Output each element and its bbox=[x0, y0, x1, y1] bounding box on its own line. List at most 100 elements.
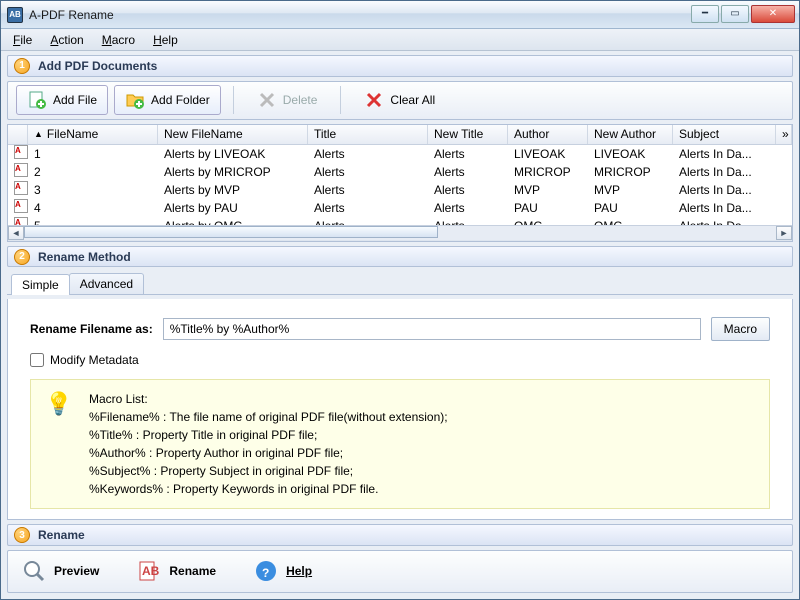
cell-newfilename: Alerts by MVP bbox=[158, 183, 308, 197]
table-row[interactable]: 2Alerts by MRICROPAlertsAlertsMRICROPMRI… bbox=[8, 163, 792, 181]
table-row[interactable]: 5Alerts by OMGAlertsAlertsOMGOMGAlerts I… bbox=[8, 217, 792, 225]
cell-newauthor: MVP bbox=[588, 183, 673, 197]
preview-label: Preview bbox=[54, 564, 99, 578]
help-button[interactable]: ? Help bbox=[254, 559, 312, 583]
section2-header: 2 Rename Method bbox=[7, 246, 793, 268]
rename-icon: AB bbox=[137, 559, 161, 583]
badge-2: 2 bbox=[14, 249, 30, 265]
badge-3: 3 bbox=[14, 527, 30, 543]
table-row[interactable]: 3Alerts by MVPAlertsAlertsMVPMVPAlerts I… bbox=[8, 181, 792, 199]
preview-icon bbox=[22, 559, 46, 583]
macro-l3: %Author% : Property Author in original P… bbox=[89, 444, 448, 462]
add-file-label: Add File bbox=[53, 93, 97, 107]
cell-subject: Alerts In Da... bbox=[673, 183, 792, 197]
rename-pattern-input[interactable] bbox=[163, 318, 701, 340]
scroll-track[interactable] bbox=[24, 226, 776, 240]
macro-infobox: 💡 Macro List: %Filename% : The file name… bbox=[30, 379, 770, 509]
add-folder-label: Add Folder bbox=[151, 93, 210, 107]
svg-text:?: ? bbox=[262, 566, 269, 580]
window-title: A-PDF Rename bbox=[29, 8, 689, 22]
clear-all-label: Clear All bbox=[390, 93, 435, 107]
cell-newauthor: OMG bbox=[588, 219, 673, 225]
toolbar-separator-1 bbox=[233, 86, 234, 114]
rename-label: Rename bbox=[169, 564, 216, 578]
pdf-icon bbox=[14, 181, 28, 195]
cell-newauthor: MRICROP bbox=[588, 165, 673, 179]
cell-author: MVP bbox=[508, 183, 588, 197]
close-button[interactable]: ✕ bbox=[751, 5, 795, 23]
bottom-toolbar: Preview AB Rename ? Help bbox=[7, 550, 793, 593]
content-area: 1 Add PDF Documents Add File Add Folder … bbox=[1, 51, 799, 599]
cell-newauthor: LIVEOAK bbox=[588, 147, 673, 161]
modify-metadata-checkbox[interactable]: Modify Metadata bbox=[30, 353, 770, 367]
cell-author: MRICROP bbox=[508, 165, 588, 179]
cell-filename: 5 bbox=[28, 219, 158, 225]
scroll-thumb[interactable] bbox=[24, 226, 438, 238]
scroll-left-arrow[interactable]: ◄ bbox=[8, 226, 24, 240]
table-row[interactable]: 1Alerts by LIVEOAKAlertsAlertsLIVEOAKLIV… bbox=[8, 145, 792, 163]
col-newauthor[interactable]: New Author bbox=[588, 125, 673, 144]
rename-row: Rename Filename as: Macro bbox=[30, 317, 770, 341]
col-newtitle[interactable]: New Title bbox=[428, 125, 508, 144]
rename-button[interactable]: AB Rename bbox=[137, 559, 216, 583]
lightbulb-icon: 💡 bbox=[45, 390, 73, 418]
delete-button[interactable]: Delete bbox=[246, 85, 329, 115]
menu-action[interactable]: Action bbox=[42, 31, 91, 49]
cell-newtitle: Alerts bbox=[428, 165, 508, 179]
add-folder-button[interactable]: Add Folder bbox=[114, 85, 221, 115]
tab-advanced[interactable]: Advanced bbox=[69, 273, 144, 294]
section3-header: 3 Rename bbox=[7, 524, 793, 546]
file-grid: ▲FileName New FileName Title New Title A… bbox=[7, 124, 793, 242]
cell-newtitle: Alerts bbox=[428, 147, 508, 161]
cell-filename: 4 bbox=[28, 201, 158, 215]
simple-panel: Rename Filename as: Macro Modify Metadat… bbox=[7, 299, 793, 520]
app-icon: AB bbox=[7, 7, 23, 23]
clear-all-button[interactable]: Clear All bbox=[353, 85, 446, 115]
col-subject[interactable]: Subject bbox=[673, 125, 776, 144]
help-icon: ? bbox=[254, 559, 278, 583]
macro-l1: %Filename% : The file name of original P… bbox=[89, 408, 448, 426]
cell-newfilename: Alerts by LIVEOAK bbox=[158, 147, 308, 161]
delete-icon bbox=[257, 90, 277, 110]
section1-header: 1 Add PDF Documents bbox=[7, 55, 793, 77]
menu-file[interactable]: File bbox=[5, 31, 40, 49]
modify-metadata-input[interactable] bbox=[30, 353, 44, 367]
col-author[interactable]: Author bbox=[508, 125, 588, 144]
section2-label: Rename Method bbox=[38, 250, 131, 264]
clear-all-icon bbox=[364, 90, 384, 110]
col-filename[interactable]: ▲FileName bbox=[28, 125, 158, 144]
grid-body[interactable]: 1Alerts by LIVEOAKAlertsAlertsLIVEOAKLIV… bbox=[8, 145, 792, 225]
cell-newtitle: Alerts bbox=[428, 201, 508, 215]
tab-simple[interactable]: Simple bbox=[11, 274, 70, 295]
cell-filename: 2 bbox=[28, 165, 158, 179]
delete-label: Delete bbox=[283, 93, 318, 107]
macro-l2: %Title% : Property Title in original PDF… bbox=[89, 426, 448, 444]
minimize-button[interactable]: ━ bbox=[691, 5, 719, 23]
maximize-button[interactable]: ▭ bbox=[721, 5, 749, 23]
cell-newtitle: Alerts bbox=[428, 183, 508, 197]
pdf-icon bbox=[14, 199, 28, 213]
cell-newfilename: Alerts by PAU bbox=[158, 201, 308, 215]
macro-button[interactable]: Macro bbox=[711, 317, 770, 341]
cell-newfilename: Alerts by MRICROP bbox=[158, 165, 308, 179]
cell-author: OMG bbox=[508, 219, 588, 225]
table-row[interactable]: 4Alerts by PAUAlertsAlertsPAUPAUAlerts I… bbox=[8, 199, 792, 217]
col-overflow[interactable]: » bbox=[776, 125, 792, 144]
badge-1: 1 bbox=[14, 58, 30, 74]
col-title[interactable]: Title bbox=[308, 125, 428, 144]
add-toolbar: Add File Add Folder Delete Clear All bbox=[7, 81, 793, 120]
cell-title: Alerts bbox=[308, 183, 428, 197]
method-tabs: Simple Advanced bbox=[7, 273, 793, 295]
rename-label: Rename Filename as: bbox=[30, 322, 153, 336]
col-newfilename[interactable]: New FileName bbox=[158, 125, 308, 144]
preview-button[interactable]: Preview bbox=[22, 559, 99, 583]
toolbar-separator-2 bbox=[340, 86, 341, 114]
add-file-button[interactable]: Add File bbox=[16, 85, 108, 115]
col-icon[interactable] bbox=[8, 125, 28, 144]
horizontal-scrollbar[interactable]: ◄ ► bbox=[8, 225, 792, 241]
menu-macro[interactable]: Macro bbox=[94, 31, 143, 49]
cell-title: Alerts bbox=[308, 219, 428, 225]
modify-metadata-label: Modify Metadata bbox=[50, 353, 139, 367]
menu-help[interactable]: Help bbox=[145, 31, 186, 49]
scroll-right-arrow[interactable]: ► bbox=[776, 226, 792, 240]
